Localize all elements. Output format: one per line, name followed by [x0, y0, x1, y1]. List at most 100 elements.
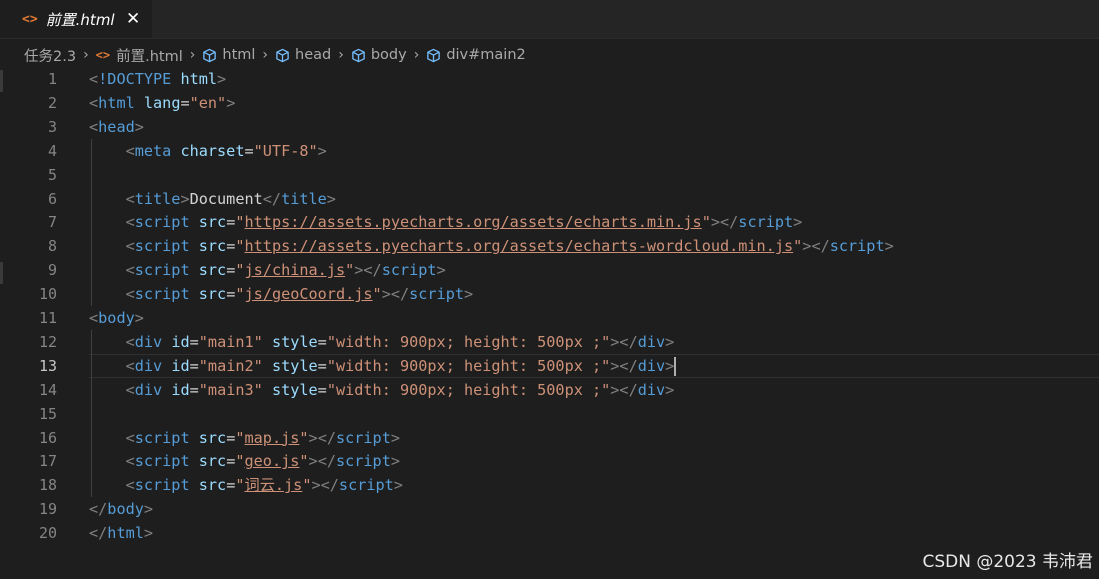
- code-line[interactable]: 9 <script src="js/china.js"></script>: [0, 258, 1099, 282]
- token-tag: script: [134, 237, 190, 256]
- chevron-right-icon: ›: [338, 47, 344, 63]
- token-tag: div: [134, 380, 163, 399]
- code-line[interactable]: 3 <head>: [0, 115, 1099, 139]
- breadcrumb-item[interactable]: html: [222, 47, 255, 63]
- token-punc: <: [89, 93, 99, 112]
- token-str: ": [235, 213, 245, 232]
- line-number: 14: [38, 380, 57, 399]
- token-eq: =: [226, 213, 236, 232]
- code-text: <div id="main1" style="width: 900px; hei…: [89, 330, 675, 354]
- code-line[interactable]: 1 <!DOCTYPE html>: [0, 67, 1099, 91]
- html-file-icon: <>: [95, 48, 111, 62]
- token-punc: ></: [802, 237, 830, 256]
- token-tag: script: [338, 476, 394, 495]
- token-eq: =: [317, 380, 327, 399]
- code-line[interactable]: 10 <script src="js/geoCoord.js"></script…: [0, 282, 1099, 306]
- code-line[interactable]: 17 <script src="geo.js"></script>: [0, 449, 1099, 473]
- close-icon[interactable]: ✕: [126, 9, 140, 29]
- token-str: "main1": [198, 332, 263, 351]
- token-attr: id: [171, 380, 190, 399]
- token-punc: <: [125, 380, 135, 399]
- code-line[interactable]: 15: [0, 402, 1099, 426]
- text-cursor: [674, 356, 677, 376]
- token-str: "main2": [198, 356, 263, 375]
- token-eq: =: [189, 380, 199, 399]
- code-text: <!DOCTYPE html>: [89, 67, 226, 91]
- code-line[interactable]: 6 <title>Document</title>: [0, 187, 1099, 211]
- code-line[interactable]: 12 <div id="main1" style="width: 900px; …: [0, 330, 1099, 354]
- breadcrumb-item[interactable]: body: [371, 47, 407, 63]
- code-line[interactable]: 4 <meta charset="UTF-8">: [0, 139, 1099, 163]
- indent-guide: [91, 329, 92, 498]
- token-tag: body: [98, 309, 135, 327]
- breadcrumb-folder[interactable]: 任务2.3: [24, 45, 76, 66]
- token-punc: >: [393, 476, 403, 495]
- token-punc: ></: [311, 476, 339, 495]
- token-attr: id: [171, 332, 190, 351]
- token-tag: div: [637, 380, 666, 399]
- breadcrumb-item[interactable]: div#main2: [446, 47, 525, 63]
- breadcrumb-item[interactable]: head: [295, 47, 331, 63]
- code-line[interactable]: 14 <div id="main3" style="width: 900px; …: [0, 378, 1099, 402]
- token-eq: =: [317, 332, 327, 351]
- line-number: 4: [47, 141, 57, 160]
- tab-active-file[interactable]: <> 前置.html ✕: [0, 0, 152, 38]
- token-eq: =: [244, 141, 254, 160]
- token-punc: <: [125, 237, 135, 256]
- token-punc: </: [89, 524, 108, 543]
- code-line[interactable]: 16 <script src="map.js"></script>: [0, 426, 1099, 450]
- token-punc: >: [226, 93, 236, 112]
- breadcrumb-symbols: › html › head › body › div#main2: [183, 47, 526, 63]
- code-text: <script src="map.js"></script>: [89, 426, 400, 450]
- token-punc: <: [125, 332, 135, 351]
- breadcrumb-file[interactable]: 前置.html: [116, 45, 183, 66]
- editor-tab-bar: <> 前置.html ✕: [0, 0, 1099, 39]
- token-punc: >: [143, 524, 154, 543]
- code-line[interactable]: 13 <div id="main2" style="width: 900px; …: [0, 353, 1099, 378]
- code-line[interactable]: 20 </html>: [0, 521, 1099, 545]
- token-punc: ></: [308, 428, 336, 447]
- token-punc: >: [143, 500, 154, 519]
- code-line[interactable]: 2 <html lang="en">: [0, 91, 1099, 115]
- token-str: "en": [189, 93, 227, 112]
- token-attr: src: [198, 261, 227, 280]
- line-number: 13: [38, 356, 57, 375]
- line-number: 7: [47, 213, 57, 232]
- code-line[interactable]: 5: [0, 163, 1099, 187]
- token-punc: </: [262, 189, 282, 208]
- token-punc: >: [665, 332, 675, 351]
- code-line[interactable]: 8 <script src="https://assets.pyecharts.…: [0, 234, 1099, 258]
- code-line[interactable]: 7 <script src="https://assets.pyecharts.…: [0, 210, 1099, 234]
- token-str: ": [299, 452, 309, 471]
- code-text: <title>Document</title>: [89, 187, 336, 211]
- token-tag: body: [107, 500, 144, 519]
- watermark: CSDN @2023 韦沛君: [922, 552, 1093, 572]
- token-tag: div: [637, 332, 666, 351]
- token-str: "main3": [198, 380, 263, 399]
- code-line[interactable]: 19 </body>: [0, 497, 1099, 521]
- token-punc: ></: [308, 452, 336, 471]
- token-punc: ></: [710, 213, 739, 232]
- breadcrumb: 任务2.3 › <> 前置.html › html › head › body › div#m…: [0, 42, 1099, 68]
- code-line[interactable]: 11 <body>: [0, 306, 1099, 330]
- token-punc: <: [125, 285, 135, 304]
- code-line[interactable]: 18 <script src="词云.js"></script>: [0, 473, 1099, 497]
- code-editor[interactable]: 1 <!DOCTYPE html> 2 <html lang="en"> 3 <head>…: [0, 68, 1099, 579]
- line-number: 11: [38, 309, 57, 327]
- token-punc: ></: [610, 332, 638, 351]
- token-tag: script: [335, 428, 391, 447]
